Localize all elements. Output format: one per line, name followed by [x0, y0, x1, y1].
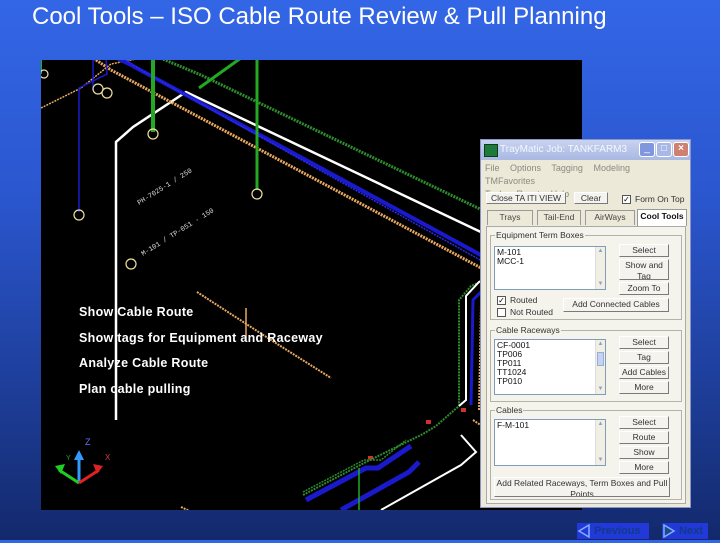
tray-white-branch-2 — [380, 434, 478, 510]
raceway-tag-button[interactable]: Tag — [619, 351, 669, 364]
tab-cool-tools[interactable]: Cool Tools — [637, 209, 687, 226]
raceways-listbox[interactable]: CF-0001 TP006 TP011 TT1024 TP010 ▲ ▼ — [494, 339, 606, 395]
axis-y — [58, 468, 80, 485]
bullet-item: Analyze Cable Route — [79, 356, 209, 370]
show-and-tag-button[interactable]: Show and Tag — [619, 259, 669, 280]
tab-trays[interactable]: Trays — [487, 210, 533, 225]
list-item[interactable]: TP010 — [497, 377, 603, 386]
scroll-down-icon[interactable]: ▼ — [596, 456, 605, 465]
menu-tmfavorites[interactable]: TMFavorites — [485, 176, 535, 186]
form-on-top-label: Form On Top — [635, 194, 685, 204]
route-tag-2: M-101 / TP-051 · 150 — [140, 207, 215, 258]
bullet-item: Plan cable pulling — [79, 381, 191, 396]
traymatic-dialog: TrayMatic Job: TANKFARM3 _ □ × File Opti… — [480, 139, 691, 508]
list-item[interactable]: F-M-101 — [497, 421, 603, 430]
not-routed-label: Not Routed — [510, 307, 553, 317]
menu-modeling[interactable]: Modeling — [593, 163, 630, 173]
cable-route-button[interactable]: Route — [619, 431, 669, 444]
previous-label: Previous — [594, 525, 641, 537]
list-item[interactable]: MCC-1 — [497, 257, 603, 266]
term-box — [251, 188, 263, 200]
equipment-group-label: Equipment Term Boxes — [495, 230, 585, 240]
bullet-item: Show tags for Equipment and Raceway — [79, 330, 323, 345]
add-cables-button[interactable]: Add Cables — [619, 366, 669, 379]
cable-show-button[interactable]: Show — [619, 446, 669, 459]
dialog-title: TrayMatic Job: TANKFARM3 — [500, 144, 628, 155]
close-view-button[interactable]: Close TA ITI VIEW — [486, 192, 566, 204]
maximize-button[interactable]: □ — [656, 142, 672, 157]
cable-select-button[interactable]: Select — [619, 416, 669, 429]
previous-arrow-icon — [577, 523, 591, 543]
close-button[interactable]: × — [673, 142, 689, 157]
routed-label: Routed — [510, 295, 538, 305]
equipment-select-button[interactable]: Select — [619, 244, 669, 257]
add-related-button[interactable]: Add Related Raceways, Term Boxes and Pul… — [494, 477, 670, 497]
axis-triad: Z Y X — [55, 437, 111, 485]
equipment-group: Equipment Term Boxes M-101 MCC-1 ▲ ▼ Sele… — [490, 230, 682, 320]
cables-listbox[interactable]: F-M-101 ▲ ▼ — [494, 419, 606, 466]
menu-tagging[interactable]: Tagging — [551, 163, 583, 173]
dialog-titlebar[interactable]: TrayMatic Job: TANKFARM3 _ □ × — [481, 140, 690, 160]
tab-tail-end[interactable]: Tail-End — [537, 210, 581, 225]
routed-checkbox[interactable]: ✓ — [497, 296, 506, 305]
cable-more-button[interactable]: More — [619, 461, 669, 474]
scroll-up-icon[interactable]: ▲ — [596, 247, 605, 256]
scroll-down-icon[interactable]: ▼ — [596, 280, 605, 289]
slide-title: Cool Tools – ISO Cable Route Review & Pu… — [32, 3, 607, 30]
cables-group-label: Cables — [495, 405, 524, 415]
scrollbar[interactable]: ▲ ▼ — [595, 247, 605, 289]
tab-airways[interactable]: AirWays — [585, 210, 635, 225]
next-button[interactable]: Next — [662, 523, 708, 539]
next-label: Next — [679, 525, 703, 537]
term-box — [41, 69, 49, 79]
raceways-group-label: Cable Raceways — [495, 325, 561, 335]
tray-orange-branch — [180, 506, 190, 510]
cool-tools-panel: Equipment Term Boxes M-101 MCC-1 ▲ ▼ Sele… — [486, 226, 686, 504]
scroll-thumb[interactable] — [597, 352, 604, 366]
scrollbar[interactable]: ▲ ▼ — [595, 340, 605, 394]
equipment-listbox[interactable]: M-101 MCC-1 ▲ ▼ — [494, 246, 606, 290]
previous-button[interactable]: Previous — [577, 523, 649, 539]
menu-file[interactable]: File — [485, 163, 500, 173]
clear-button[interactable]: Clear — [574, 192, 608, 204]
next-arrow-icon — [662, 523, 676, 543]
axis-x — [78, 468, 100, 485]
route-tag-1: PH-7025-1 / 250 — [136, 167, 194, 207]
add-connected-cables-button[interactable]: Add Connected Cables — [563, 298, 669, 312]
axis-x-label: X — [105, 453, 111, 462]
feature-list: Show Cable Route Show tags for Equipment… — [79, 304, 323, 406]
axis-z-label: Z — [85, 437, 91, 447]
term-box — [101, 87, 113, 99]
tray-orange-upper — [41, 60, 135, 109]
scroll-down-icon[interactable]: ▼ — [596, 385, 605, 394]
app-icon — [484, 144, 498, 157]
raceways-group: Cable Raceways CF-0001 TP006 TP011 TT102… — [490, 325, 682, 402]
scroll-up-icon[interactable]: ▲ — [596, 340, 605, 349]
term-box — [125, 258, 137, 270]
raceway-select-button[interactable]: Select — [619, 336, 669, 349]
scrollbar[interactable]: ▲ ▼ — [595, 420, 605, 465]
menu-options[interactable]: Options — [510, 163, 541, 173]
cables-group: Cables F-M-101 ▲ ▼ Select Route Show More… — [490, 405, 682, 500]
zoom-to-button[interactable]: Zoom To — [619, 282, 669, 295]
bullet-item: Show Cable Route — [79, 305, 194, 319]
form-on-top-checkbox[interactable]: ✓ — [622, 195, 631, 204]
not-routed-checkbox[interactable] — [497, 308, 506, 317]
raceway-more-button[interactable]: More — [619, 381, 669, 394]
axis-z-arrow — [74, 450, 84, 460]
minimize-button[interactable]: _ — [639, 142, 655, 157]
scroll-up-icon[interactable]: ▲ — [596, 420, 605, 429]
axis-y-label: Y — [66, 455, 71, 462]
